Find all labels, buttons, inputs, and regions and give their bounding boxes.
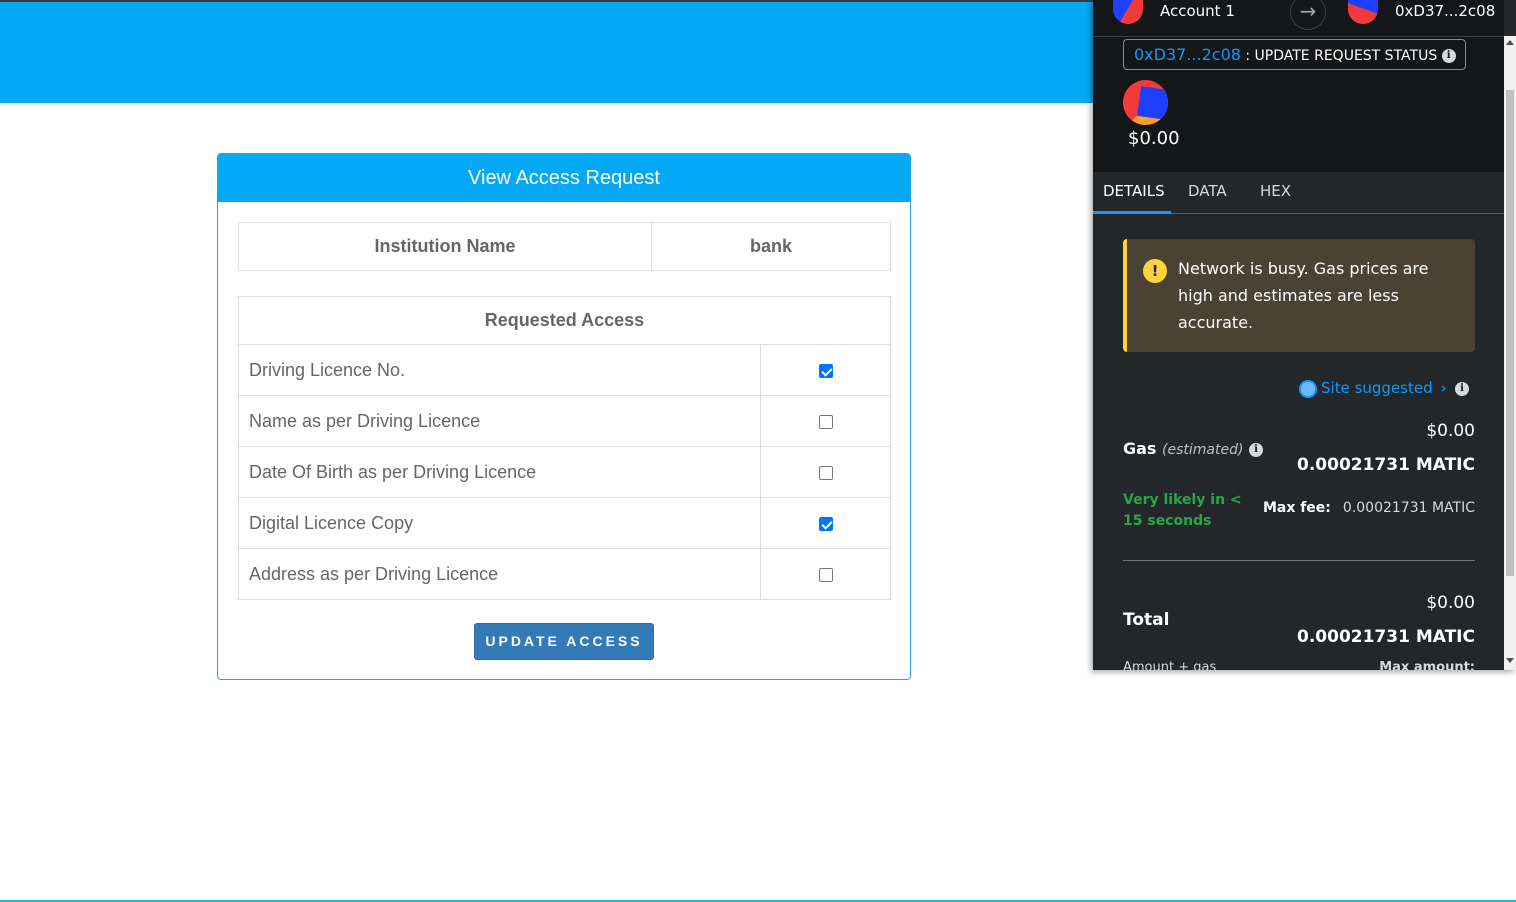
institution-table: Institution Name bank	[238, 222, 891, 271]
warning-text: Network is busy. Gas prices are high and…	[1178, 259, 1429, 332]
globe-icon	[1299, 379, 1317, 398]
active-tab-indicator	[1093, 211, 1171, 214]
total-divider	[1123, 560, 1475, 561]
recipient-address[interactable]: 0xD37...2c08	[1395, 2, 1495, 20]
institution-value: bank	[651, 222, 891, 271]
max-amount-label: Max amount:	[1379, 660, 1475, 670]
scroll-down-arrow[interactable]	[1506, 658, 1514, 663]
wallet-scrollbar[interactable]	[1504, 36, 1516, 670]
requested-access-header: Requested Access	[238, 296, 891, 345]
recipient-avatar	[1348, 0, 1378, 24]
info-icon[interactable]: i	[1441, 49, 1456, 63]
info-icon[interactable]: i	[1249, 442, 1264, 457]
scroll-up-arrow[interactable]	[1506, 40, 1514, 45]
max-fee-value: 0.00021731 MATIC	[1342, 500, 1475, 516]
access-item-label: Driving Licence No.	[238, 344, 761, 396]
view-access-request-card: View Access Request Institution Name ban…	[217, 153, 911, 680]
max-fee-label: Max fee:	[1262, 500, 1331, 516]
access-item-label: Name as per Driving Licence	[238, 395, 761, 447]
access-item-label: Digital Licence Copy	[238, 497, 761, 549]
institution-row: Institution Name bank	[238, 222, 891, 271]
max-fee: Max fee: 0.00021731 MATIC	[1263, 500, 1475, 516]
info-icon[interactable]: i	[1455, 382, 1469, 396]
total-native-value: 0.00021731 MATIC	[1297, 627, 1475, 647]
arrow-right-icon: →	[1290, 0, 1326, 30]
gas-title: Gas	[1123, 439, 1157, 458]
access-item-label: Address as per Driving Licence	[238, 548, 761, 600]
access-row: Address as per Driving Licence	[238, 548, 891, 600]
method-address-link[interactable]: 0xD37...2c08	[1134, 45, 1241, 64]
site-suggested-label: Site suggested	[1321, 379, 1433, 397]
institution-label: Institution Name	[238, 222, 652, 271]
total-fiat-value: $0.00	[1426, 593, 1475, 613]
gas-label: Gas (estimated) i	[1123, 439, 1264, 458]
tab-data[interactable]: DATA	[1188, 182, 1227, 200]
chevron-right-icon: ›	[1440, 379, 1447, 397]
network-busy-warning: ! Network is busy. Gas prices are high a…	[1123, 239, 1475, 352]
requested-access-header-row: Requested Access	[238, 296, 891, 345]
update-access-button[interactable]: UPDATE ACCESS	[474, 623, 654, 660]
wallet-tabs: DETAILS DATA HEX	[1093, 172, 1504, 214]
access-checkbox[interactable]	[818, 465, 833, 480]
requested-access-table: Requested Access Driving Licence No. Nam…	[238, 296, 891, 600]
access-row: Digital Licence Copy	[238, 497, 891, 549]
access-row: Date Of Birth as per Driving Licence	[238, 446, 891, 498]
warning-icon: !	[1143, 259, 1167, 283]
confirmation-estimate: Very likely in < 15 seconds	[1123, 492, 1242, 529]
total-label: Total	[1123, 610, 1170, 630]
gas-fiat-value: $0.00	[1426, 421, 1475, 441]
gas-native-value: 0.00021731 MATIC	[1297, 455, 1475, 475]
contract-avatar	[1123, 80, 1168, 125]
tab-hex[interactable]: HEX	[1260, 182, 1291, 200]
access-item-label: Date Of Birth as per Driving Licence	[238, 446, 761, 498]
gas-estimated-note: (estimated)	[1162, 442, 1244, 458]
access-checkbox[interactable]	[818, 567, 833, 582]
fiat-balance: $0.00	[1128, 128, 1180, 149]
card-title: View Access Request	[218, 154, 910, 202]
access-row: Name as per Driving Licence	[238, 395, 891, 447]
site-suggested-link[interactable]: Site suggested ›	[1299, 379, 1447, 398]
method-name: : UPDATE REQUEST STATUS	[1245, 48, 1438, 64]
account-avatar	[1113, 0, 1143, 24]
scroll-thumb[interactable]	[1506, 90, 1514, 576]
amount-gas-label: Amount + gas	[1123, 660, 1217, 670]
method-badge: 0xD37...2c08 : UPDATE REQUEST STATUS i	[1123, 39, 1466, 70]
account-name[interactable]: Account 1	[1160, 2, 1235, 20]
access-checkbox[interactable]	[818, 363, 833, 378]
page: View Access Request Institution Name ban…	[0, 0, 1516, 902]
wallet-popup: Account 1 → 0xD37...2c08 0xD37...2c08 : …	[1093, 0, 1516, 670]
access-row: Driving Licence No.	[238, 344, 891, 396]
header-divider	[1093, 36, 1504, 37]
access-checkbox[interactable]	[818, 516, 833, 531]
access-checkbox[interactable]	[818, 414, 833, 429]
tab-details[interactable]: DETAILS	[1103, 182, 1165, 200]
wallet-header: Account 1 → 0xD37...2c08 0xD37...2c08 : …	[1093, 0, 1504, 172]
